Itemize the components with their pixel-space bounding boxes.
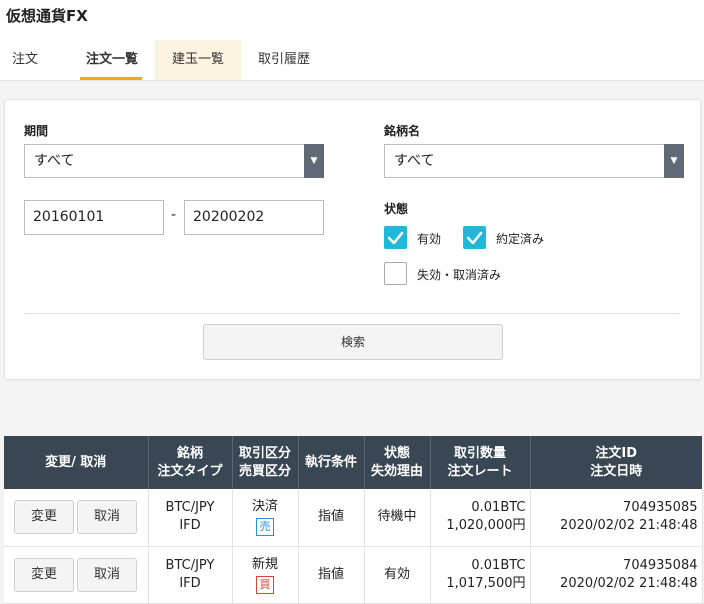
filter-panel: 期間 すべて ▼ 20160101 - 20200202 銘柄名 すべて ▼ 状… (4, 99, 701, 380)
tab-order[interactable]: 注文 (0, 40, 50, 80)
cell-status: 待機中 (364, 489, 431, 547)
panel-divider (25, 313, 679, 314)
cell-symbol-type: BTC/JPY IFD (148, 489, 233, 547)
header-status-reason: 状態 失効理由 (364, 436, 431, 489)
cell-id-datetime: 704935084 2020/02/02 21:48:48 (530, 546, 703, 604)
orders-table: 変更/ 取消 銘柄 注文タイプ 取引区分 売買区分 執行条件 状態 失効理由 取引数量… (4, 436, 703, 604)
header-id-datetime: 注文ID 注文日時 (530, 436, 702, 489)
status-expired-label: 失効・取消済み (417, 268, 502, 282)
edit-button[interactable]: 変更 (14, 500, 74, 535)
tab-order-list[interactable]: 注文一覧 (70, 40, 154, 80)
cell-trade-side: 決済売 (232, 489, 299, 547)
status-filled-label: 約定済み (496, 232, 545, 246)
search-button[interactable]: 検索 (203, 324, 503, 360)
status-filled-checkbox[interactable] (463, 226, 486, 249)
symbol-select-value: すべて (394, 153, 435, 169)
cell-qty-rate: 0.01BTC 1,020,000円 (430, 489, 531, 547)
buy-badge: 買 (256, 575, 274, 594)
cell-status: 有効 (364, 546, 431, 604)
cell-symbol-type: BTC/JPY IFD (148, 546, 233, 604)
row-actions: 変更 取消 (4, 546, 149, 604)
table-header-row: 変更/ 取消 銘柄 注文タイプ 取引区分 売買区分 執行条件 状態 失効理由 取引数量… (4, 436, 702, 489)
tab-history[interactable]: 取引履歴 (241, 40, 327, 80)
date-from-input[interactable]: 20160101 (24, 200, 164, 235)
period-select-value: すべて (34, 153, 75, 169)
cell-exec: 指値 (298, 489, 365, 547)
row-actions: 変更 取消 (4, 489, 149, 547)
cell-trade-side: 新規買 (232, 546, 299, 604)
date-to-input[interactable]: 20200202 (184, 200, 324, 235)
checkmark-icon (466, 231, 483, 245)
sell-badge: 売 (256, 518, 274, 537)
status-active-checkbox[interactable] (384, 226, 407, 249)
header-symbol-type: 銘柄 注文タイプ (148, 436, 233, 489)
table-row: 変更 取消 BTC/JPY IFD 決済売 指値 待機中 0.01BTC 1,020,… (4, 489, 703, 547)
period-select[interactable]: すべて ▼ (24, 144, 324, 178)
tab-bar: 注文 注文一覧 建玉一覧 取引履歴 (0, 40, 704, 81)
header-trade-side: 取引区分 売買区分 (232, 436, 299, 489)
checkmark-icon (387, 231, 404, 245)
header-qty-rate: 取引数量 注文レート (430, 436, 531, 489)
table-row: 変更 取消 BTC/JPY IFD 新規買 指値 有効 0.01BTC 1,017,5… (4, 546, 703, 604)
app-title: 仮想通貨FX (6, 7, 88, 25)
tab-positions[interactable]: 建玉一覧 (155, 40, 241, 80)
edit-button[interactable]: 変更 (14, 557, 74, 592)
cancel-button[interactable]: 取消 (77, 557, 137, 592)
status-expired-checkbox[interactable] (384, 262, 407, 285)
dropdown-arrow-icon: ▼ (304, 144, 324, 178)
status-active-label: 有効 (417, 232, 442, 246)
status-label: 状態 (384, 202, 409, 216)
symbol-select[interactable]: すべて ▼ (384, 144, 684, 178)
cell-id-datetime: 704935085 2020/02/02 21:48:48 (530, 489, 703, 547)
cancel-button[interactable]: 取消 (77, 500, 137, 535)
date-separator: - (171, 207, 177, 223)
period-label: 期間 (24, 124, 49, 138)
cell-exec: 指値 (298, 546, 365, 604)
symbol-label: 銘柄名 (384, 124, 421, 138)
dropdown-arrow-icon: ▼ (664, 144, 684, 178)
header-exec-condition: 執行条件 (298, 436, 365, 489)
cell-qty-rate: 0.01BTC 1,017,500円 (430, 546, 531, 604)
header-edit-cancel: 変更/ 取消 (4, 436, 149, 489)
